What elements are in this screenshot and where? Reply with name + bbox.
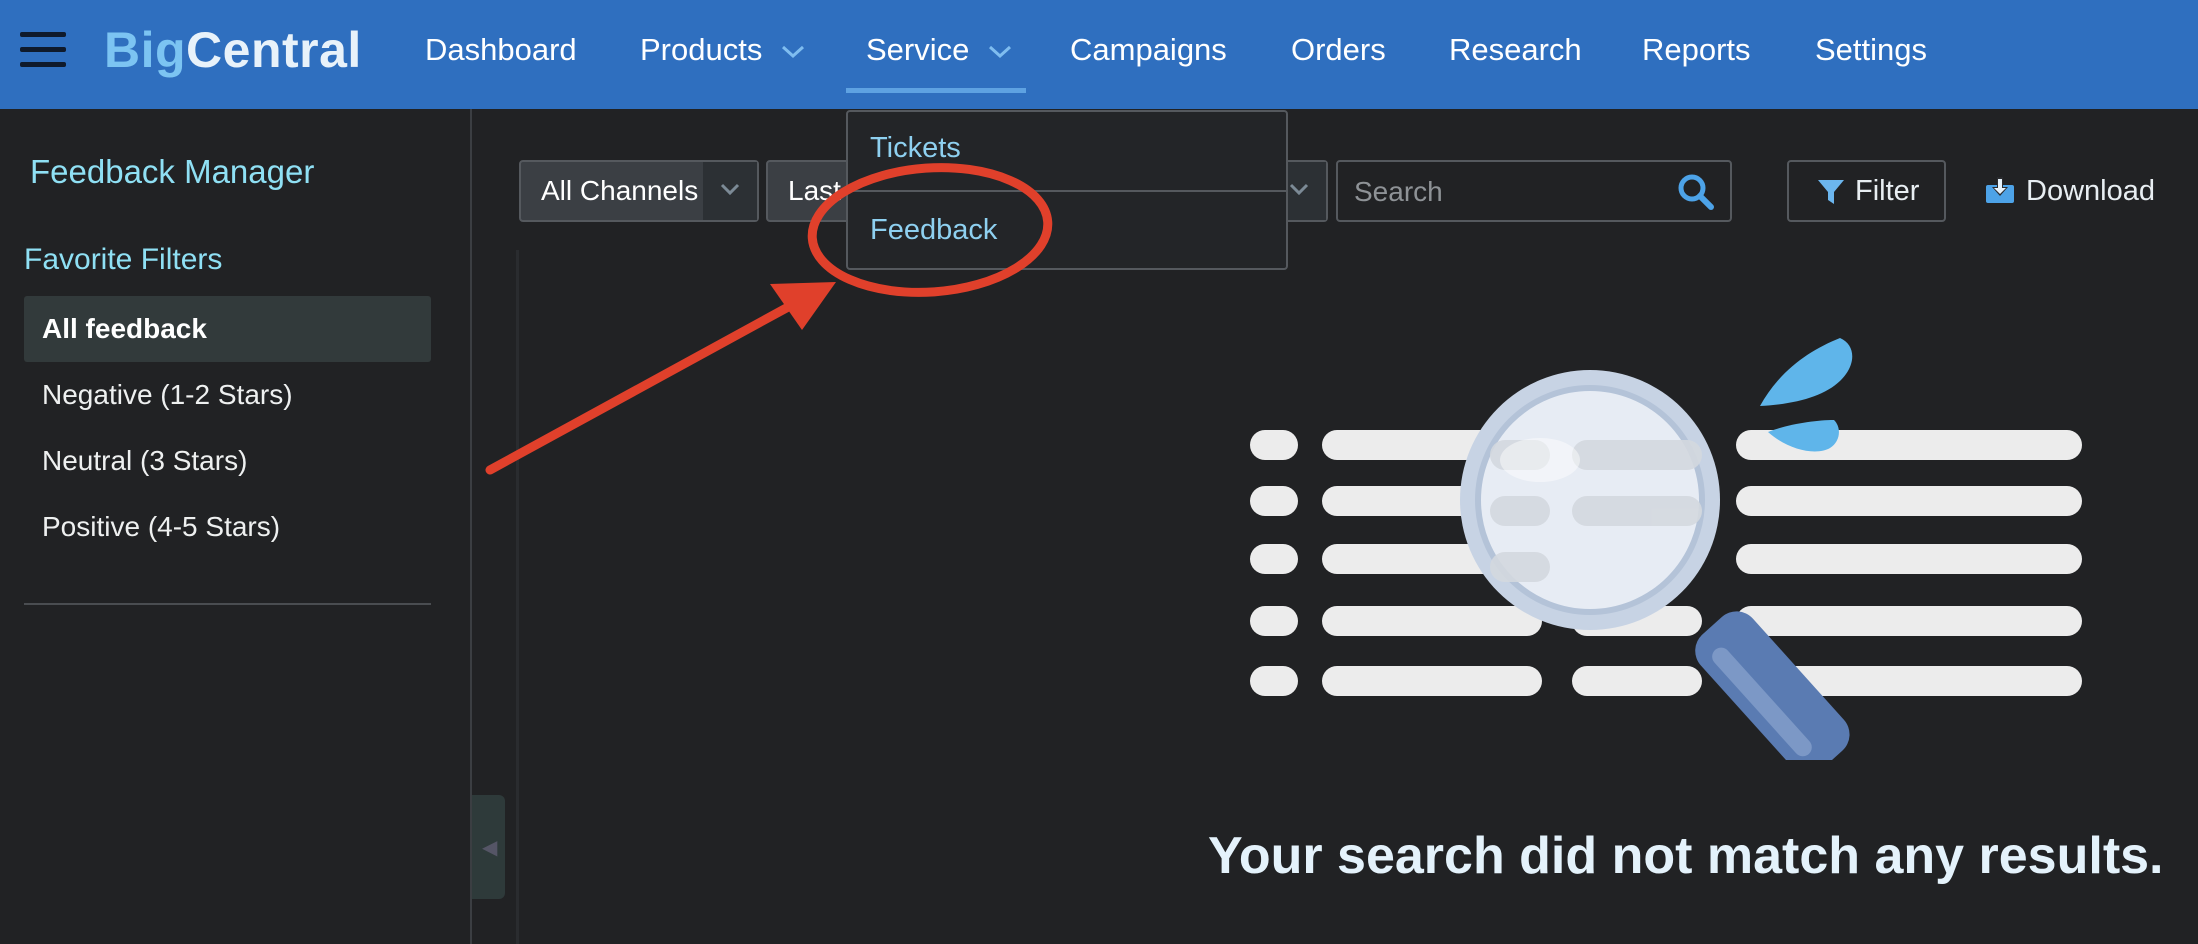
annotation-arrow-head <box>770 282 836 330</box>
nav-orders[interactable]: Orders <box>1291 30 1386 70</box>
sidebar: Feedback Manager Favorite Filters All fe… <box>0 109 472 944</box>
nav-service[interactable]: Service <box>866 30 1012 70</box>
logo-part-big: Big <box>104 22 187 78</box>
sidebar-item-negative[interactable]: Negative (1-2 Stars) <box>24 362 431 428</box>
favorite-filters-heading: Favorite Filters <box>24 243 223 276</box>
nav-service-active-indicator <box>846 88 1026 93</box>
sidebar-collapse-handle[interactable]: ◀ <box>472 795 505 899</box>
nav-dashboard[interactable]: Dashboard <box>425 30 577 70</box>
chevron-down-icon <box>988 45 1012 58</box>
download-button-label: Download <box>2026 175 2155 207</box>
nav-products[interactable]: Products <box>640 30 805 70</box>
menu-item-tickets[interactable]: Tickets <box>870 132 961 165</box>
filter-button-label: Filter <box>1855 175 1920 207</box>
nav-research[interactable]: Research <box>1449 30 1582 70</box>
filter-button[interactable]: Filter <box>1787 160 1946 222</box>
search-icon[interactable] <box>1676 172 1716 212</box>
top-navigation-bar: BigCentral Dashboard Products Service Ca… <box>0 0 2198 109</box>
search-input[interactable] <box>1352 170 1656 214</box>
logo-part-central: Central <box>186 22 362 78</box>
chevron-down-icon <box>1289 183 1309 196</box>
sidebar-item-neutral[interactable]: Neutral (3 Stars) <box>24 428 431 494</box>
collapse-icon: ◀ <box>482 837 498 859</box>
nav-reports[interactable]: Reports <box>1642 30 1751 70</box>
menu-item-feedback[interactable]: Feedback <box>870 214 997 247</box>
app-logo[interactable]: BigCentral <box>104 22 362 78</box>
channels-select[interactable]: All Channels <box>519 160 759 222</box>
chevron-down-icon <box>720 183 740 196</box>
search-box <box>1336 160 1732 222</box>
chevron-down-icon <box>781 45 804 58</box>
annotation-arrow-shaft <box>485 301 795 475</box>
download-icon <box>1986 177 2014 203</box>
nav-service-label: Service <box>866 32 970 67</box>
sidebar-title: Feedback Manager <box>30 153 315 190</box>
sidebar-divider <box>24 603 431 605</box>
no-results-message: Your search did not match any results. <box>1208 827 2164 885</box>
nav-campaigns[interactable]: Campaigns <box>1070 30 1227 70</box>
nav-settings[interactable]: Settings <box>1815 30 1927 70</box>
empty-results-illustration <box>1250 338 2082 760</box>
date-range-select-value: Last <box>788 175 841 206</box>
filter-icon <box>1818 180 1844 204</box>
sidebar-item-all-feedback[interactable]: All feedback <box>24 296 431 362</box>
service-dropdown-menu: Tickets Feedback <box>846 110 1288 270</box>
nav-products-label: Products <box>640 32 763 67</box>
sidebar-item-positive[interactable]: Positive (4-5 Stars) <box>24 494 431 560</box>
menu-divider <box>848 190 1286 192</box>
content-divider <box>516 250 519 944</box>
hamburger-menu-icon[interactable] <box>20 32 66 72</box>
channels-select-value: All Channels <box>541 175 699 206</box>
download-button[interactable]: Download <box>1984 160 2155 222</box>
